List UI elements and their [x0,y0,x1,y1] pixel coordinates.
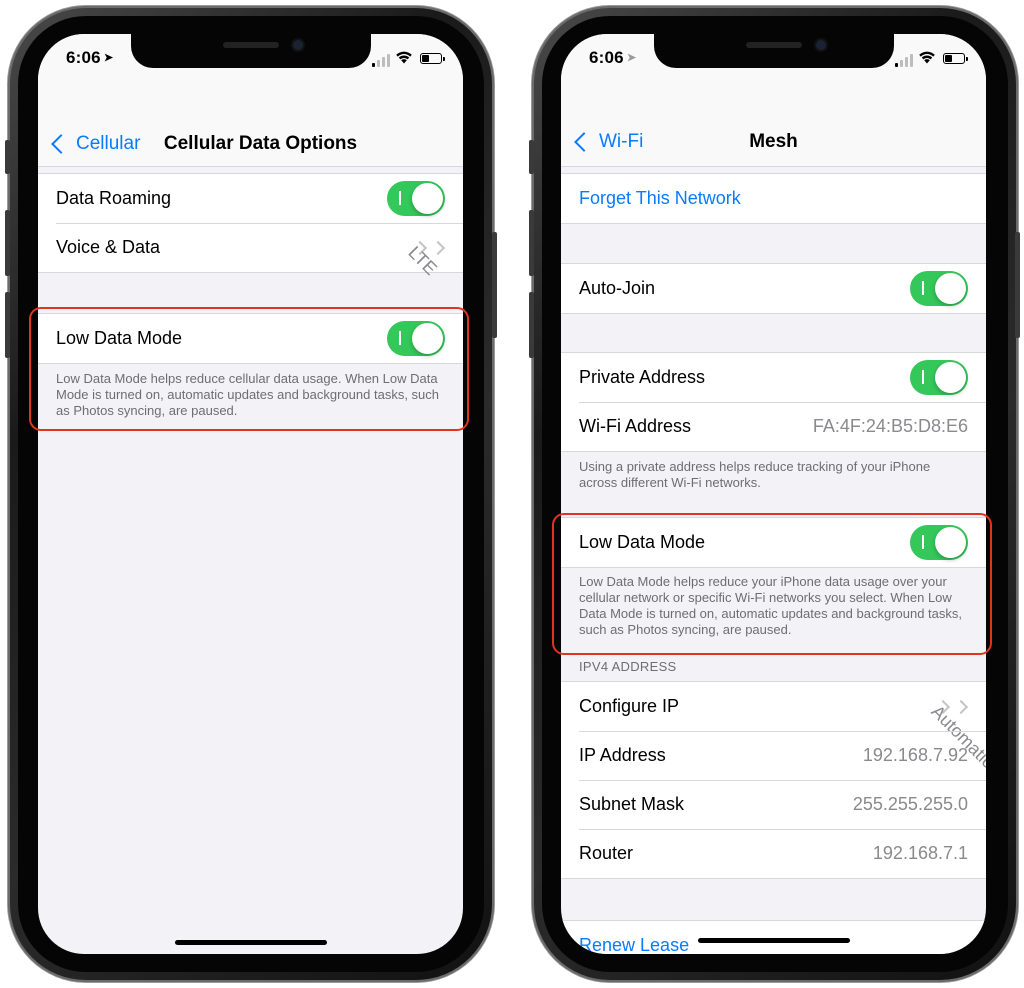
left-notch [130,34,371,68]
right-silent-switch [529,140,534,174]
forget-network-row[interactable]: Forget This Network [561,174,986,223]
subnet-mask-row: Subnet Mask 255.255.255.0 [561,780,986,829]
right-front-camera [815,40,826,50]
voice-data-value: LTE [404,240,441,279]
private-address-row[interactable]: Private Address [561,353,986,402]
data-roaming-label: Data Roaming [56,188,172,208]
subnet-mask-label: Subnet Mask [579,794,685,814]
left-front-camera [292,40,303,50]
ip-address-value: 192.168.7.92 [862,745,968,765]
voice-data-label: Voice & Data [56,237,161,257]
left-low-data-highlight [29,307,469,431]
right-volume-down [529,292,534,358]
forget-group: Forget This Network [561,173,986,224]
battery-icon [943,53,968,64]
left-speaker [222,42,279,48]
right-status-time: 6:06 ➤ [589,48,637,67]
right-side-button [1015,232,1020,338]
location-arrow-icon: ➤ [103,52,114,64]
right-notch [653,34,894,68]
right-speaker [745,42,802,48]
right-home-indicator [697,938,850,943]
ipv4-section-header: IPV4 ADDRESS [579,659,677,674]
data-roaming-row[interactable]: Data Roaming [38,174,463,223]
renew-lease-group: Renew Lease [561,920,986,954]
location-arrow-icon: ➤ [626,52,637,64]
ipv4-group: Configure IP Automatic IP Address 192.16… [561,681,986,879]
roaming-group: Data Roaming Voice & Data LTE [38,173,463,279]
left-volume-down [5,292,10,358]
auto-join-label: Auto-Join [579,278,656,298]
right-volume-up [529,210,534,276]
subnet-mask-value: 255.255.255.0 [852,794,968,814]
voice-data-row[interactable]: Voice & Data LTE [38,223,463,279]
cellular-signal-icon [372,54,390,67]
router-label: Router [579,843,634,863]
configure-ip-value: Automatic [927,699,986,772]
right-nav-bar: Wi-Fi Mesh [561,82,986,167]
forget-network-button[interactable]: Forget This Network [579,188,741,209]
configure-ip-row[interactable]: Configure IP Automatic [561,682,986,772]
chevron-right-icon [953,699,969,714]
configure-ip-label: Configure IP [579,696,680,716]
data-roaming-toggle[interactable] [387,181,445,216]
left-home-indicator [174,940,327,945]
left-screen: 6:06 ➤ Cellular Cellular Data Options Dat… [38,34,463,954]
ip-address-label: IP Address [579,745,666,765]
wifi-icon [919,51,935,64]
chevron-right-icon [430,240,446,255]
private-address-label: Private Address [579,367,706,387]
wifi-address-value: FA:4F:24:B5:D8:E6 [812,416,968,436]
ip-address-row: IP Address 192.168.7.92 [561,731,986,780]
left-status-time: 6:06 ➤ [66,48,114,67]
battery-icon [420,53,445,64]
wifi-address-label: Wi-Fi Address [579,416,692,436]
auto-join-toggle[interactable] [910,271,968,306]
page-title: Mesh [749,131,798,152]
left-nav-bar: Cellular Cellular Data Options [38,82,463,167]
wifi-icon [396,51,412,64]
private-address-group: Private Address Wi-Fi Address FA:4F:24:B… [561,352,986,452]
right-low-data-highlight [552,513,992,655]
page-title: Cellular Data Options [163,133,358,154]
renew-lease-button[interactable]: Renew Lease [579,935,689,954]
cellular-signal-icon [895,54,913,67]
left-silent-switch [5,140,10,174]
wifi-address-row: Wi-Fi Address FA:4F:24:B5:D8:E6 [561,402,986,451]
right-screen: 6:06 ➤ Wi-Fi Mesh Forget This Network Aut… [561,34,986,954]
router-row: Router 192.168.7.1 [561,829,986,878]
left-side-button [492,232,497,338]
private-address-footer: Using a private address helps reduce tra… [579,459,931,490]
auto-join-row[interactable]: Auto-Join [561,264,986,313]
router-value: 192.168.7.1 [872,843,968,863]
auto-join-group: Auto-Join [561,263,986,314]
private-address-toggle[interactable] [910,360,968,395]
left-volume-up [5,210,10,276]
